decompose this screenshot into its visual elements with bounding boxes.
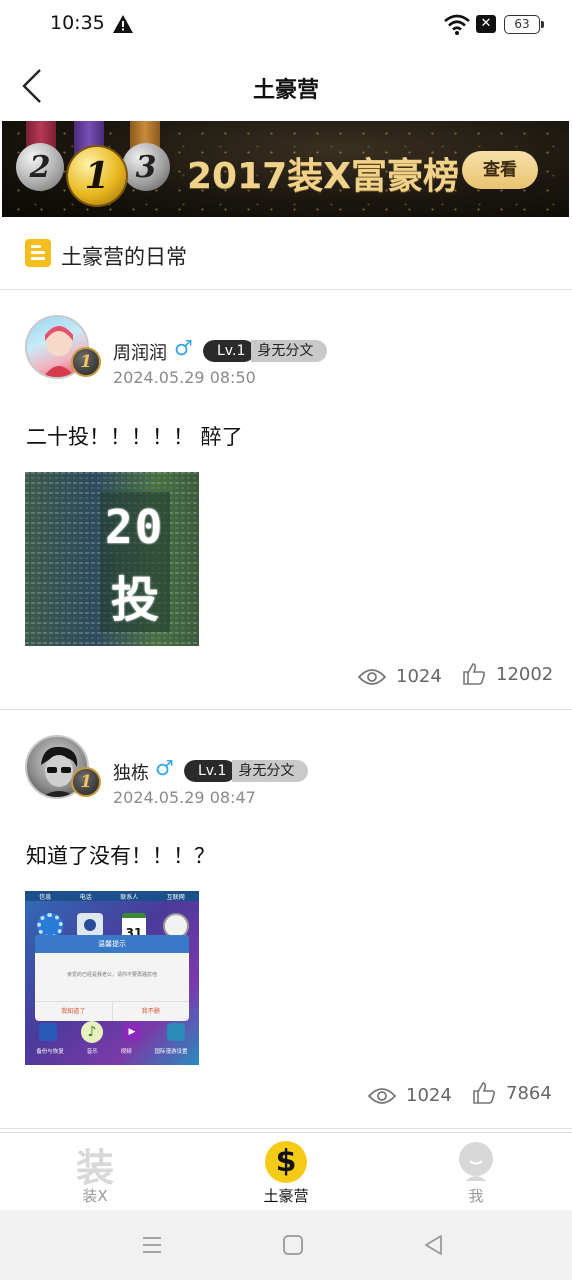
male-icon: ♂ (174, 336, 193, 360)
eye-icon (358, 668, 386, 685)
tab-label: 土豪营 (263, 1187, 309, 1205)
section-header: 土豪营的日常 (0, 218, 572, 290)
phone-app-label: 音乐 (86, 1049, 98, 1055)
banner-view-button[interactable]: 查看 (462, 151, 538, 189)
username[interactable]: 周润润 (113, 339, 167, 365)
music-icon: ♪ (81, 1021, 103, 1043)
tab-tuhaoying[interactable]: $ 土豪营 (191, 1133, 381, 1211)
post-card[interactable]: 1 周润润 ♂ Lv.1 身无分文 2024.05.29 08:50 二十投！！… (0, 291, 572, 710)
medal-number: 2 (29, 149, 51, 185)
username[interactable]: 独栋 (113, 759, 149, 785)
post-content: 二十投！！！！！ 醉了 (26, 425, 243, 449)
tab-me[interactable]: 我 (381, 1133, 571, 1211)
tab-label: 装X (82, 1187, 108, 1205)
post-content: 知道了没有！！！？ (26, 844, 215, 868)
tab-zhuangx[interactable]: 装 装X (0, 1133, 190, 1211)
menu-icon[interactable] (139, 1232, 165, 1258)
roaming-icon (167, 1023, 185, 1041)
like-count-value: 7864 (506, 1082, 552, 1104)
alert-dialog: 温馨提示 亲爱的已经是我老公，请你不要再骚扰他 我知道了 我不删 (35, 935, 189, 1021)
phone-app-label: 互联网 (166, 894, 185, 901)
wifi-icon (444, 14, 470, 35)
phone-app-label: 视频 (120, 1049, 132, 1055)
dialog-cancel-button: 我不删 (141, 1008, 160, 1015)
camera-icon (77, 913, 103, 937)
warning-icon (113, 15, 133, 33)
phone-app-label: 电话 (79, 894, 92, 901)
like-button[interactable]: 12002 (462, 662, 553, 686)
user-avatar[interactable]: 1 (25, 315, 101, 391)
level-badge: Lv.1 身无分文 (184, 760, 309, 782)
view-count: 1024 (358, 666, 442, 687)
medal-number: 1 (84, 155, 110, 197)
back-triangle-icon[interactable] (421, 1232, 447, 1258)
post-time: 2024.05.29 08:47 (113, 788, 256, 807)
post-time: 2024.05.29 08:50 (113, 368, 256, 387)
bronze-medal-icon: 3 (122, 143, 170, 191)
dollar-glyph: $ (275, 1144, 297, 1179)
like-button[interactable]: 7864 (472, 1081, 552, 1105)
dialog-ok-button: 我知道了 (35, 1002, 113, 1021)
rank-badge: 1 (71, 347, 101, 377)
dialog-message: 亲爱的已经是我老公，请你不要再骚扰他 (66, 972, 157, 978)
post-card[interactable]: 1 独栋 ♂ Lv.1 身无分文 2024.05.29 08:47 知道了没有！… (0, 711, 572, 1129)
dollar-coin-icon: $ (265, 1141, 307, 1183)
level-badge: Lv.1 身无分文 (203, 340, 328, 362)
level-title: 身无分文 (251, 340, 328, 362)
thumbs-up-icon (463, 663, 486, 685)
phone-app-label: 国际漫游设置 (154, 1049, 188, 1055)
level-title: 身无分文 (232, 760, 309, 782)
level-label: Lv.1 (203, 340, 256, 362)
medal-number: 3 (135, 149, 157, 185)
profile-icon (459, 1142, 493, 1181)
banner-headline: 2017装X富豪榜 (187, 156, 459, 197)
battery-icon: 63 (504, 15, 544, 34)
image-overlay-text: 投 (111, 572, 160, 628)
section-title: 土豪营的日常 (61, 245, 187, 269)
nav-bar: 土豪营 (0, 52, 572, 120)
post-image[interactable]: 20 投 (25, 472, 199, 646)
page-title: 土豪营 (252, 78, 319, 103)
battery-level: 63 (514, 17, 530, 31)
level-label: Lv.1 (184, 760, 237, 782)
eye-icon (368, 1087, 396, 1104)
phone-app-label: 联系人 (120, 894, 139, 901)
silver-medal-icon: 2 (16, 143, 64, 191)
no-sim-icon: ✕ (476, 15, 496, 33)
gold-medal-icon: 1 (68, 147, 126, 205)
bottom-tab-bar: 装 装X $ 土豪营 我 (0, 1132, 572, 1210)
post-image[interactable]: 信息 电话 联系人 互联网 31 温馨提示 亲爱的已经是我老公，请你不要再骚扰他… (25, 891, 199, 1065)
tab-label: 我 (468, 1187, 484, 1205)
zhuang-icon: 装 (75, 1146, 114, 1190)
rich-list-banner[interactable]: 2 3 1 2017装X富豪榜 查看 (2, 121, 569, 217)
system-navigation-bar (0, 1210, 572, 1280)
backup-icon (39, 1023, 57, 1041)
thumbs-up-icon (473, 1082, 496, 1104)
home-icon[interactable] (280, 1232, 306, 1258)
user-avatar[interactable]: 1 (25, 735, 101, 811)
image-overlay-text: 20 (105, 500, 165, 554)
view-count-value: 1024 (406, 1085, 452, 1106)
dialog-title: 温馨提示 (98, 940, 126, 948)
video-icon: ▶ (123, 1023, 141, 1041)
like-count-value: 12002 (496, 663, 554, 685)
status-time: 10:35 (50, 12, 105, 34)
view-count: 1024 (368, 1085, 452, 1106)
rank-badge: 1 (71, 767, 101, 797)
phone-app-label: 信息 (39, 894, 52, 901)
male-icon: ♂ (155, 756, 174, 780)
phone-app-label: 备份与恢复 (36, 1049, 64, 1055)
status-bar: 10:35 ✕ 63 (0, 0, 572, 52)
view-count-value: 1024 (396, 666, 442, 687)
notes-icon (25, 239, 51, 267)
